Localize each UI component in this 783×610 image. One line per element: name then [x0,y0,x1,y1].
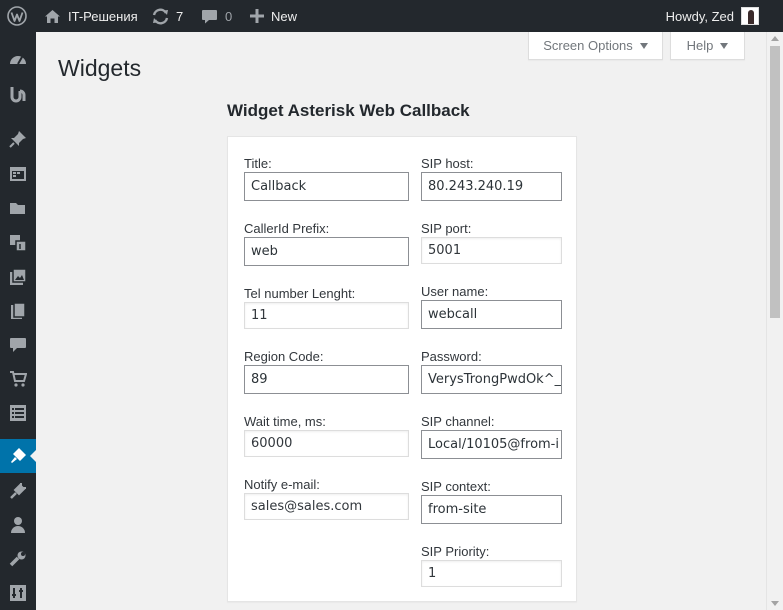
sip-port-label: SIP port: [421,221,472,236]
folder-icon[interactable] [0,191,36,225]
howdy-text: Howdy, Zed [665,8,734,24]
settings-icon[interactable] [0,576,36,610]
scroll-down-arrow-icon[interactable] [771,601,779,606]
updates-icon [151,8,170,25]
updates-link[interactable]: 7 [151,0,183,32]
title-input[interactable]: Callback [244,172,409,201]
sip-host-label: SIP host: [421,156,474,171]
pages-icon[interactable] [0,294,36,328]
title-label: Title: [244,156,272,171]
list-icon[interactable] [0,396,36,430]
widget-form-panel: Title: Callback CallerId Prefix: web Tel… [227,136,577,602]
help-button[interactable]: Help [670,32,745,60]
pin-icon[interactable] [0,122,36,156]
sip-priority-label: SIP Priority: [421,544,490,559]
region-code-label: Region Code: [244,349,324,364]
scroll-thumb[interactable] [770,46,780,318]
password-label: Password: [421,349,482,364]
media-icon[interactable] [0,226,36,260]
sip-context-input[interactable]: from-site [421,495,562,524]
appearance-icon[interactable] [0,439,36,473]
calendar-icon[interactable] [0,157,36,191]
cart-icon[interactable] [0,362,36,396]
admin-sidebar [0,32,36,610]
region-code-input[interactable]: 89 [244,365,409,394]
plugins-icon[interactable] [0,474,36,508]
gallery-icon[interactable] [0,260,36,294]
logo-icon[interactable] [0,77,36,111]
comments-count: 0 [225,8,233,24]
notify-email-input[interactable]: sales@sales.com [244,493,409,520]
sip-port-input[interactable]: 5001 [421,237,562,264]
callerid-prefix-label: CallerId Prefix: [244,221,330,236]
widget-title: Widget Asterisk Web Callback [227,101,470,120]
new-label: New [271,8,298,24]
admin-bar: IT-Решения 7 0 New Howdy, Zed [0,0,783,32]
comments-icon[interactable] [0,328,36,362]
new-content-link[interactable]: New [250,0,297,32]
wordpress-logo-icon[interactable] [7,0,27,32]
password-input[interactable]: VerysTrongPwdOk^_ [421,365,562,394]
user-name-input[interactable]: webcall [421,300,562,329]
sip-context-label: SIP context: [421,479,491,494]
wait-time-input[interactable]: 60000 [244,430,409,457]
callerid-prefix-input[interactable]: web [244,237,409,266]
comment-bubble-icon [201,9,218,24]
sip-priority-input[interactable]: 1 [421,560,562,587]
tools-icon[interactable] [0,542,36,576]
updates-count: 7 [176,8,184,24]
notify-email-label: Notify e-mail: [244,477,320,492]
home-icon [44,9,61,24]
sip-channel-input[interactable]: Local/10105@from-i [421,430,562,459]
tel-number-length-input[interactable]: 11 [244,302,409,329]
screen-options-button[interactable]: Screen Options [528,32,663,60]
users-icon[interactable] [0,508,36,542]
help-label: Help [686,38,714,53]
caret-down-icon [720,42,729,49]
site-name: IT-Решения [68,8,138,24]
wait-time-label: Wait time, ms: [244,414,326,429]
plus-icon [250,9,264,23]
screen-options-label: Screen Options [543,38,633,53]
scroll-up-arrow-icon[interactable] [771,36,779,41]
my-account-link[interactable]: Howdy, Zed [666,0,759,32]
tel-number-length-label: Tel number Lenght: [244,286,356,301]
avatar [741,7,759,25]
sip-channel-label: SIP channel: [421,414,495,429]
caret-down-icon [639,42,648,49]
page-scrollbar[interactable] [766,32,783,610]
sip-host-input[interactable]: 80.243.240.19 [421,172,562,201]
site-name-link[interactable]: IT-Решения [44,0,138,32]
page-title: Widgets [58,55,142,81]
user-name-label: User name: [421,284,489,299]
comments-link[interactable]: 0 [201,0,232,32]
dashboard-icon[interactable] [0,43,36,77]
